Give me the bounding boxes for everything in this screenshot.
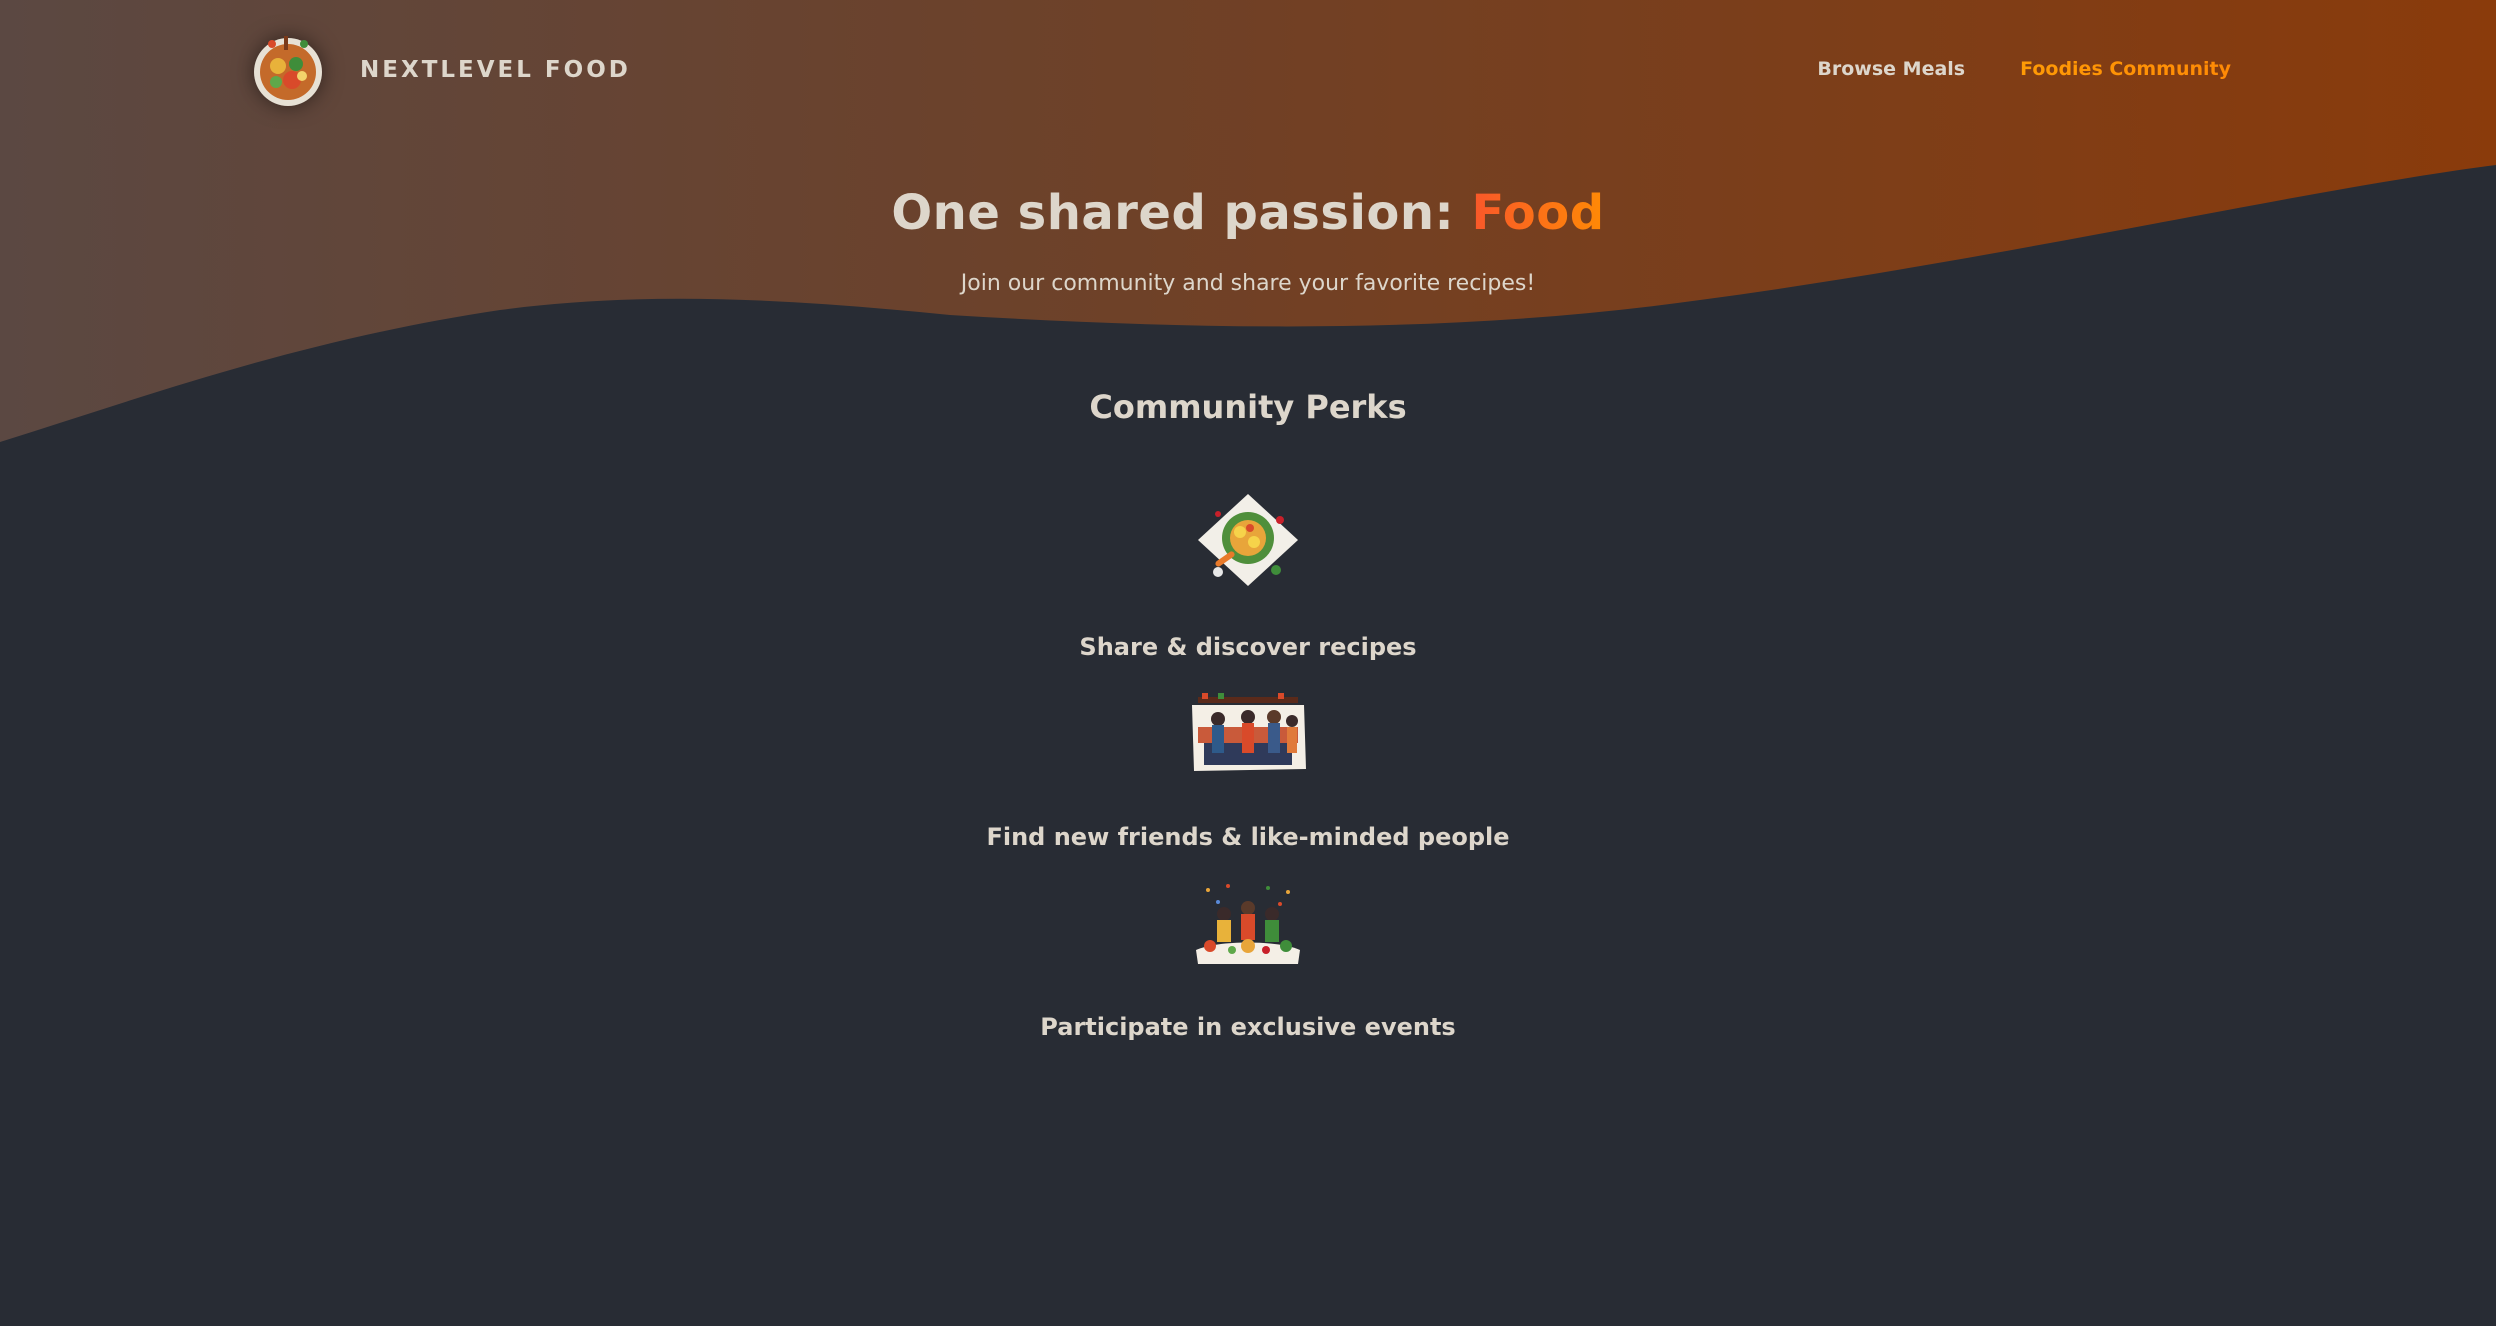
perk-item-recipes: Share & discover recipes (0, 490, 2496, 661)
nav-foodies-community-link[interactable]: Foodies Community (2020, 58, 2231, 80)
perk-label-recipes: Share & discover recipes (1079, 633, 1417, 661)
events-party-illustration-icon (1188, 880, 1308, 965)
page-title-highlight: Food (1471, 185, 1605, 241)
community-kitchen-illustration-icon (1188, 693, 1308, 773)
page: NextLevel Food Browse Meals Foodies Comm… (0, 0, 2496, 1326)
perk-item-events: Participate in exclusive events (0, 880, 2496, 1041)
nav-browse-meals-link[interactable]: Browse Meals (1817, 58, 1965, 80)
community-perks-section: Community Perks (0, 388, 2496, 426)
brand-name: NextLevel Food (360, 57, 631, 83)
page-title: One shared passion: Food (0, 185, 2496, 241)
home-logo-link[interactable]: NextLevel Food (248, 30, 631, 110)
main-nav: Browse Meals Foodies Community (1817, 58, 2231, 80)
perk-label-friends: Find new friends & like-minded people (986, 823, 1510, 851)
main-header: NextLevel Food Browse Meals Foodies Comm… (0, 0, 2496, 140)
perk-item-friends: Find new friends & like-minded people (0, 693, 2496, 851)
hero-section: One shared passion: Food Join our commun… (0, 185, 2496, 296)
page-title-prefix: One shared passion: (891, 185, 1472, 241)
perk-label-events: Participate in exclusive events (1040, 1013, 1456, 1041)
recipes-plate-illustration-icon (1188, 490, 1308, 590)
perks-heading: Community Perks (1089, 388, 1407, 426)
logo-food-plate-icon (248, 30, 328, 110)
page-subtitle: Join our community and share your favori… (960, 271, 1536, 296)
